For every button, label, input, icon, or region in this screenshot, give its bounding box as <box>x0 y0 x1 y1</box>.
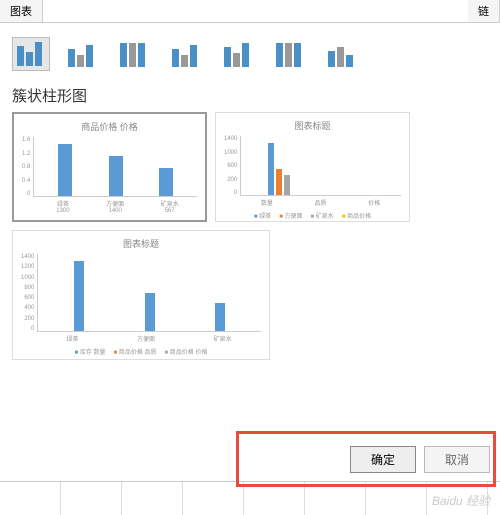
spreadsheet-grid <box>0 481 500 515</box>
y-axis: 1400120010008006004002000 <box>21 254 37 332</box>
100-stacked-bar-icon[interactable] <box>116 37 154 71</box>
clustered-bar-icon[interactable] <box>12 37 50 71</box>
dialog-buttons: 确定 取消 <box>350 446 490 473</box>
plot-area <box>33 137 197 197</box>
cancel-button[interactable]: 取消 <box>424 446 490 473</box>
3d-column-icon[interactable] <box>324 37 362 71</box>
preview-title: 图表标题 <box>224 119 401 132</box>
chart-preview-2[interactable]: 图表标题 140010006002000 数量品质价格 绿茶 方便面 矿泉水 商… <box>215 112 410 222</box>
preview-title: 商品价格 价格 <box>22 120 197 133</box>
preview-grid: 商品价格 价格 1.61.20.80.40 绿茶1300 方便面1400 矿泉水… <box>12 112 488 360</box>
stacked-bar-icon[interactable] <box>64 37 102 71</box>
tab-right[interactable]: 链 <box>468 0 500 22</box>
chart-subtype-title: 簇状柱形图 <box>12 85 488 106</box>
chart-preview-3[interactable]: 图表标题 1400120010008006004002000 绿茶方便面矿泉水 … <box>12 230 270 360</box>
ok-button[interactable]: 确定 <box>350 446 416 473</box>
tab-chart[interactable]: 图表 <box>0 0 43 22</box>
x-axis: 绿茶方便面矿泉水 <box>37 334 261 343</box>
legend: 库存 数量 商品价格 品质 商品价格 价格 <box>21 347 261 356</box>
plot-area <box>37 254 261 332</box>
plot-area <box>240 136 401 196</box>
dialog-content: 簇状柱形图 商品价格 价格 1.61.20.80.40 绿茶1300 方便面14… <box>0 23 500 368</box>
y-axis: 140010006002000 <box>224 136 240 196</box>
3d-stacked-icon[interactable] <box>220 37 258 71</box>
chart-type-icons <box>12 31 488 85</box>
watermark: Baidu 经验 <box>432 492 490 509</box>
3d-clustered-icon[interactable] <box>168 37 206 71</box>
legend: 绿茶 方便面 矿泉水 商品价格 <box>224 211 401 220</box>
preview-title: 图表标题 <box>21 237 261 250</box>
3d-100-stacked-icon[interactable] <box>272 37 310 71</box>
y-axis: 1.61.20.80.40 <box>22 137 33 197</box>
chart-preview-1[interactable]: 商品价格 价格 1.61.20.80.40 绿茶1300 方便面1400 矿泉水… <box>12 112 207 222</box>
tab-strip: 图表 链 <box>0 0 500 23</box>
x-axis: 绿茶1300 方便面1400 矿泉水567 <box>38 199 197 214</box>
x-axis: 数量品质价格 <box>240 198 401 207</box>
